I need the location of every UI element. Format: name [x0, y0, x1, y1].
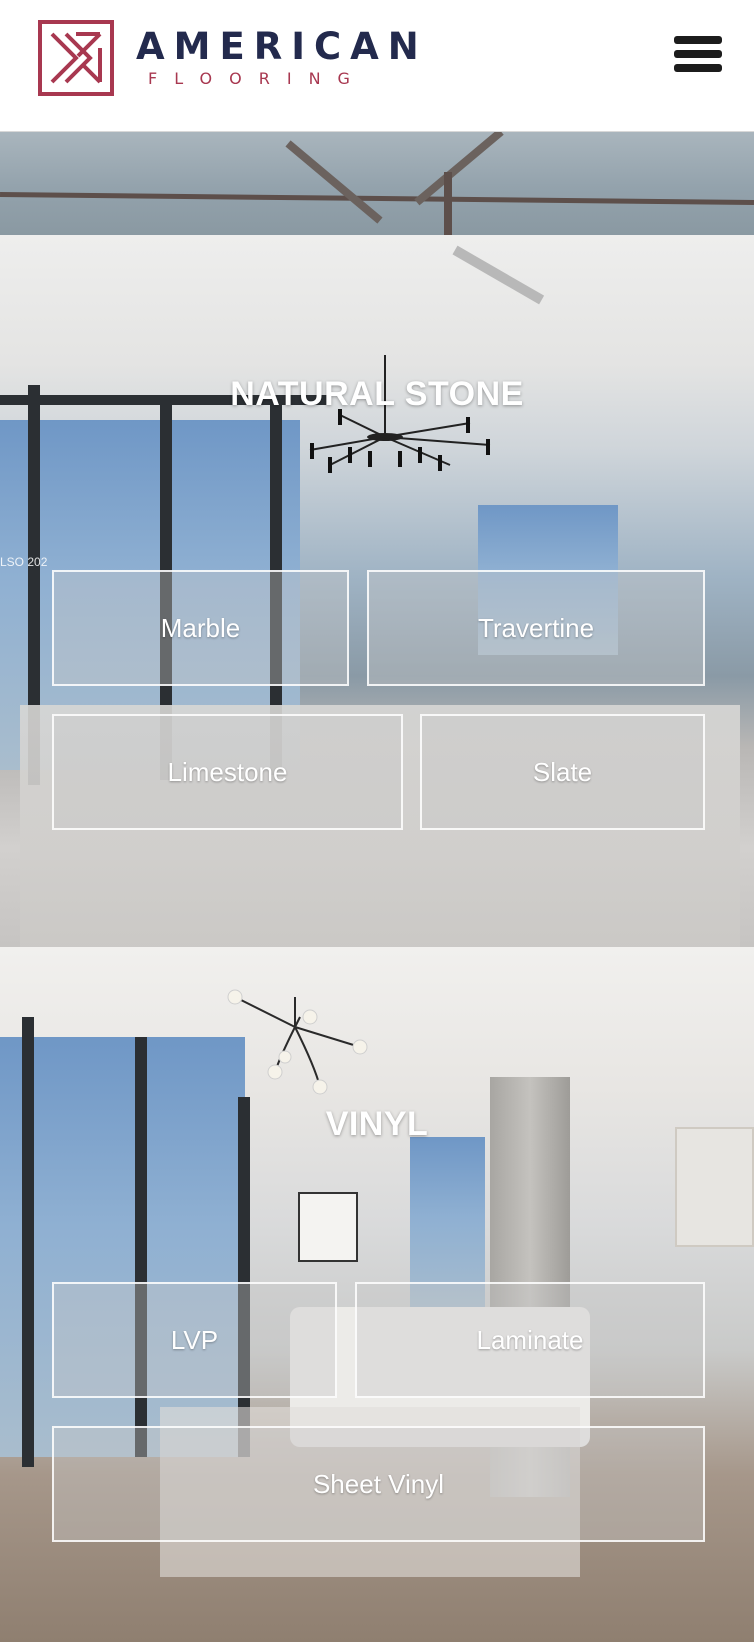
logo-wordmark: AMERICAN FLOORING	[136, 27, 428, 89]
lvp-button[interactable]: LVP	[52, 1282, 337, 1398]
hero-image-strip	[0, 132, 754, 235]
sheet-vinyl-button[interactable]: Sheet Vinyl	[52, 1426, 705, 1542]
menu-bar	[674, 50, 722, 58]
wall-art	[298, 1192, 358, 1262]
logo-mark-icon	[38, 20, 114, 96]
hamburger-menu-icon[interactable]	[674, 36, 722, 80]
vinyl-section: VINYL LVP Laminate Sheet Vinyl	[0, 947, 754, 1642]
ceiling-beam	[0, 192, 754, 205]
menu-bar	[674, 64, 722, 72]
window-frame	[238, 1097, 250, 1457]
natural-stone-section: LSO 202 NATURAL STONE Marble Travertine …	[0, 235, 754, 947]
ceiling-beam	[414, 132, 504, 206]
ceiling-beam	[285, 140, 383, 224]
wall-art	[675, 1127, 754, 1247]
logo-text-flooring: FLOORING	[148, 69, 367, 88]
logo-text-american: AMERICAN	[136, 25, 428, 68]
window-frame	[22, 1017, 34, 1467]
site-logo[interactable]: AMERICAN FLOORING	[38, 20, 428, 96]
pendant-light-icon	[227, 989, 368, 1095]
ceiling-light-fixture	[452, 245, 545, 305]
chandelier-icon	[309, 355, 491, 473]
laminate-button[interactable]: Laminate	[355, 1282, 705, 1398]
section-title-vinyl: VINYL	[325, 1105, 429, 1143]
slate-button[interactable]: Slate	[420, 714, 705, 830]
travertine-button[interactable]: Travertine	[367, 570, 705, 686]
ceiling-beam	[444, 172, 452, 235]
menu-bar	[674, 36, 722, 44]
site-header: AMERICAN FLOORING	[0, 0, 754, 132]
marble-button[interactable]: Marble	[52, 570, 349, 686]
section-title-natural-stone: NATURAL STONE	[230, 375, 524, 413]
photo-watermark: LSO 202	[0, 555, 48, 569]
limestone-button[interactable]: Limestone	[52, 714, 403, 830]
